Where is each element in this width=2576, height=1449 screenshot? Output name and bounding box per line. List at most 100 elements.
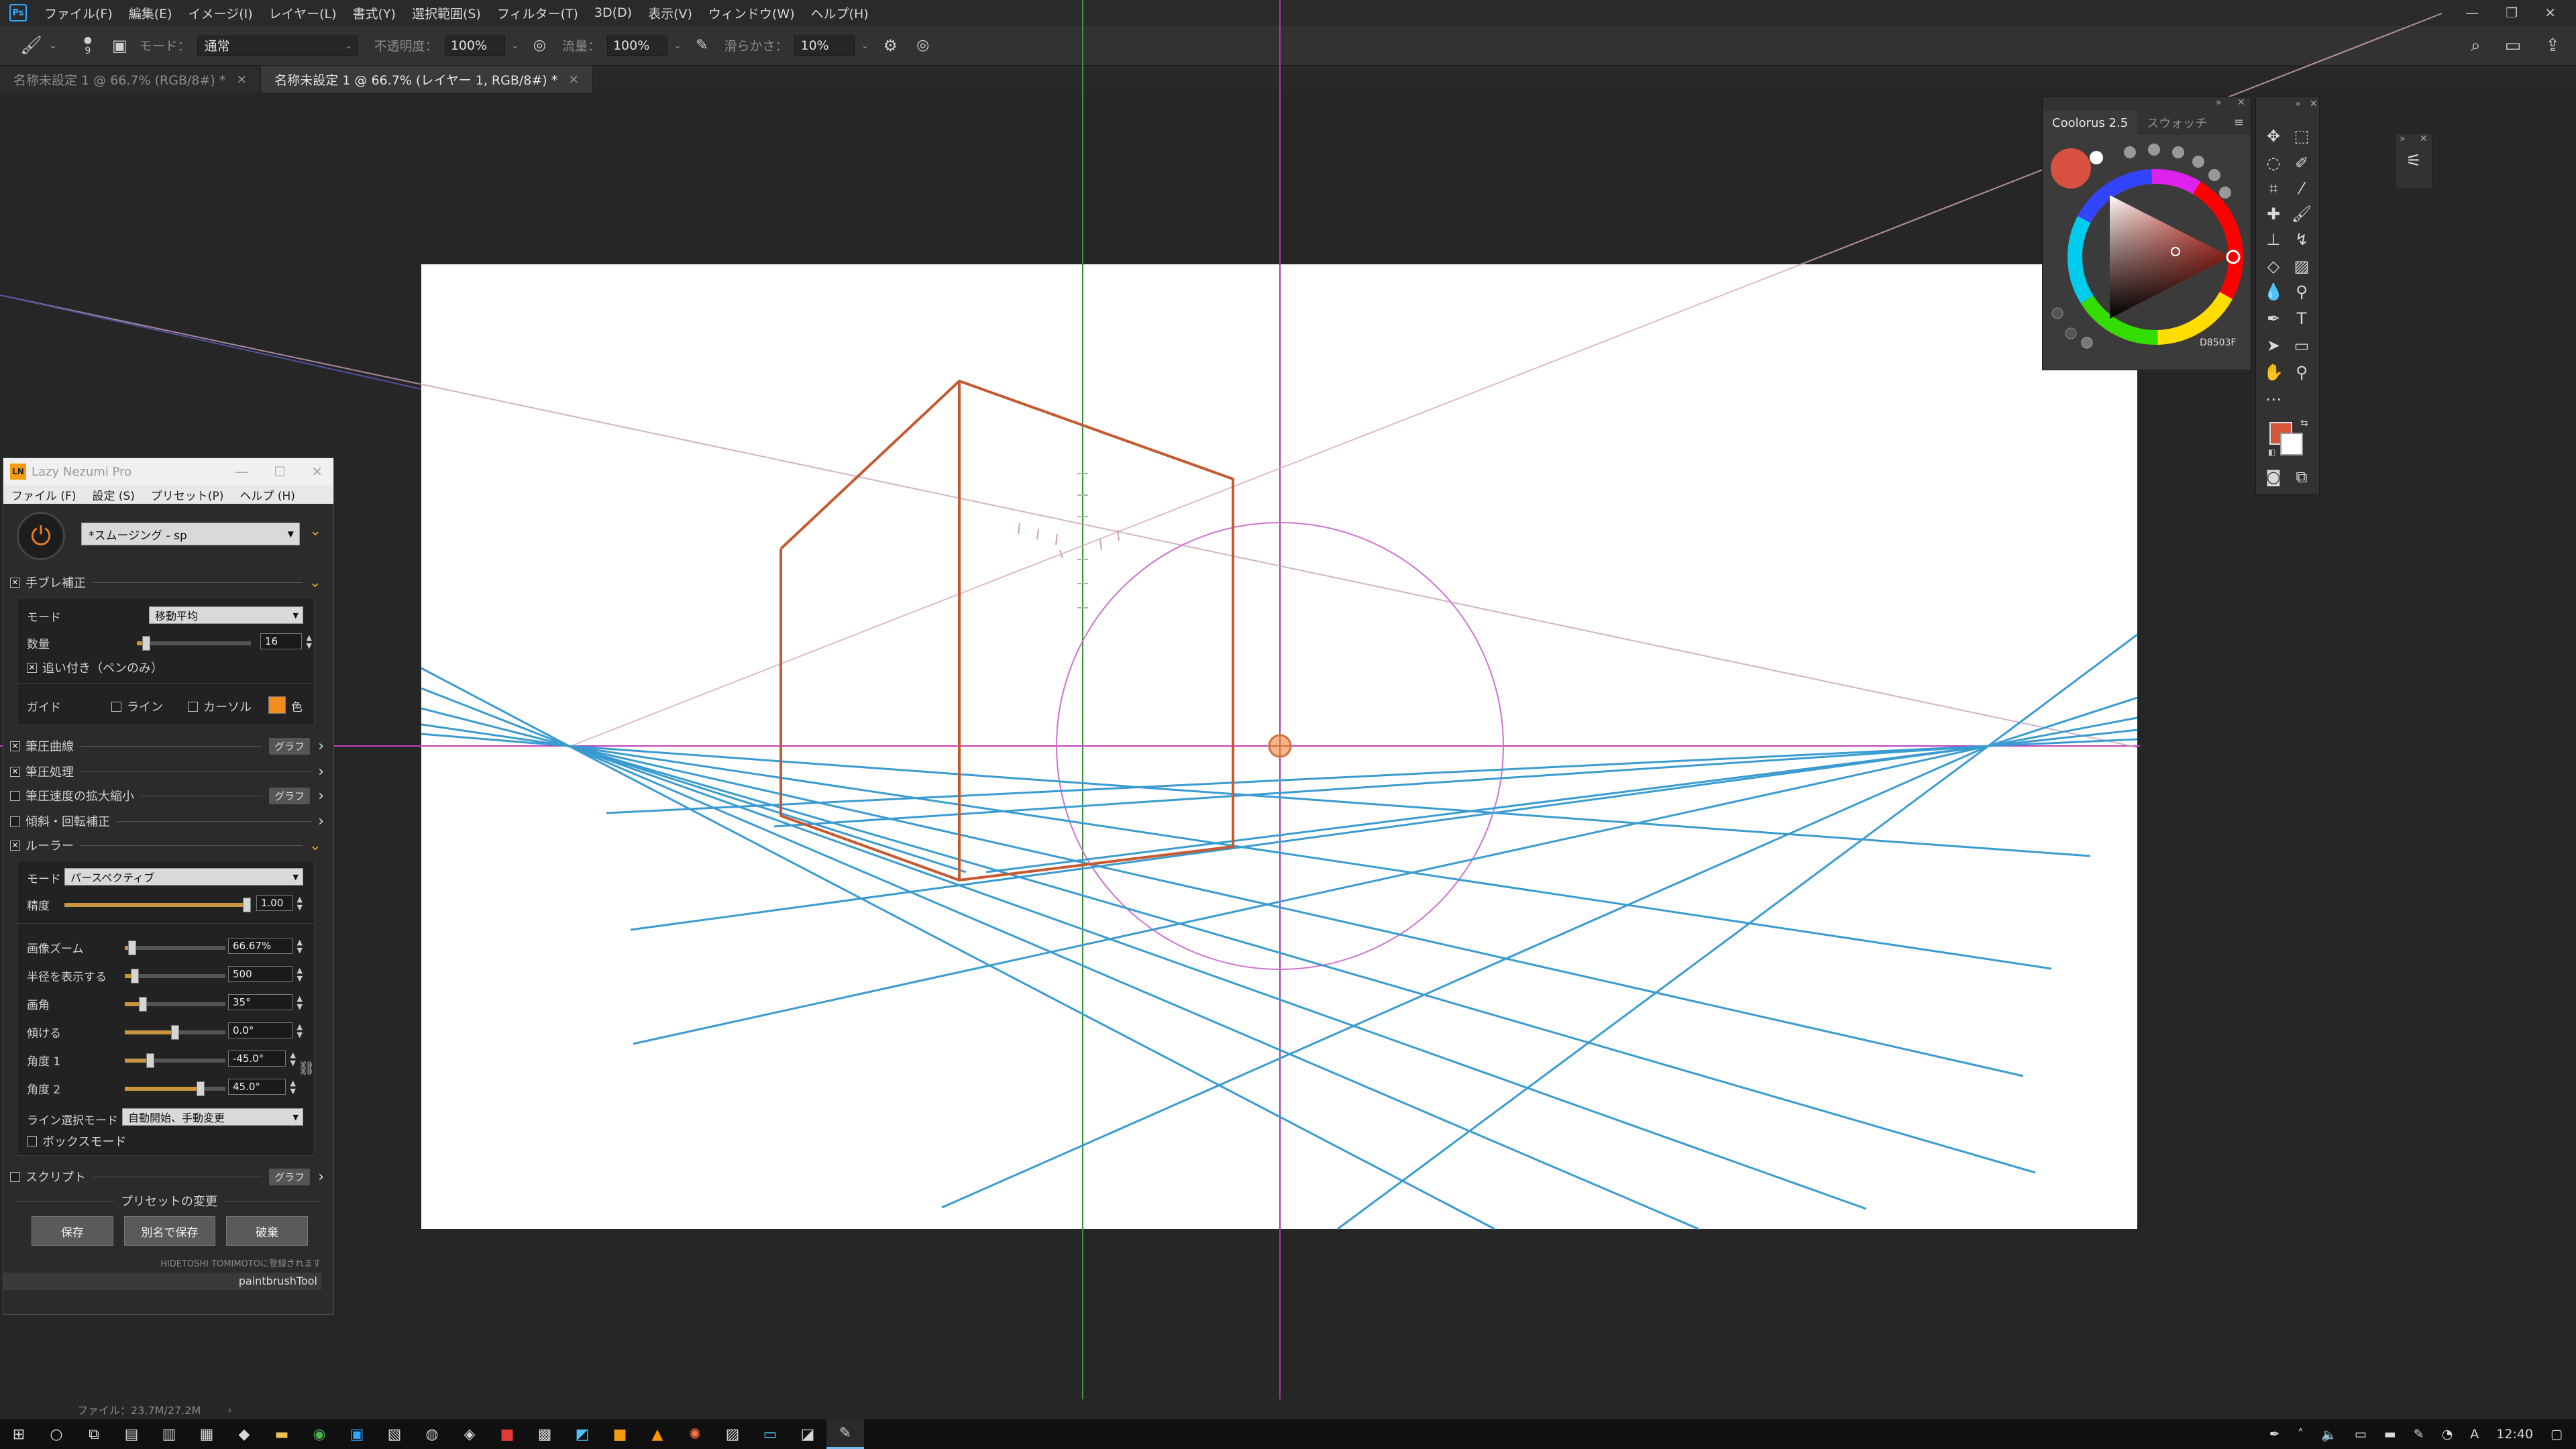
share-icon[interactable]: ⇪ bbox=[2545, 36, 2560, 56]
move-tool-icon[interactable]: ✥ bbox=[2260, 124, 2287, 148]
file-explorer-icon[interactable]: ▬ bbox=[263, 1419, 301, 1449]
tab-document-2[interactable]: 名称未設定 1 @ 66.7% (レイヤー 1, RGB/8#) * × bbox=[261, 66, 594, 93]
graph-button[interactable]: グラフ bbox=[269, 787, 311, 804]
slider-knob[interactable] bbox=[131, 969, 139, 983]
amount-slider[interactable] bbox=[137, 636, 251, 651]
app-icon-6[interactable]: ◍ bbox=[413, 1419, 451, 1449]
gradient-tool-icon[interactable]: ▨ bbox=[2288, 254, 2315, 278]
tab-coolorus[interactable]: Coolorus 2.5 bbox=[2043, 111, 2138, 135]
background-color-swatch[interactable] bbox=[2280, 433, 2303, 455]
battery-icon[interactable]: ▬ bbox=[2384, 1427, 2396, 1442]
cursor-checkbox[interactable] bbox=[188, 701, 198, 712]
brush-tip-4[interactable] bbox=[2192, 156, 2204, 168]
eraser-tool-icon[interactable]: ◇ bbox=[2260, 254, 2287, 278]
app-icon-10[interactable]: ◩ bbox=[564, 1419, 601, 1449]
smoothing-settings-gear-icon[interactable]: ⚙ bbox=[883, 36, 898, 55]
ln-titlebar[interactable]: LN Lazy Nezumi Pro — ☐ ✕ bbox=[3, 458, 333, 485]
radius-field[interactable]: 500 ▲ ▼ bbox=[228, 966, 303, 983]
zoom-tool-icon[interactable]: ⚲ bbox=[2288, 360, 2315, 384]
swap-colors-icon[interactable]: ⇆ bbox=[2300, 418, 2308, 429]
chevron-right-icon[interactable]: › bbox=[318, 813, 324, 830]
brush-preset-icon[interactable]: ● bbox=[84, 35, 92, 46]
app-icon-15[interactable]: ◪ bbox=[789, 1419, 826, 1449]
ln-menu-file[interactable]: ファイル (F) bbox=[3, 486, 84, 503]
tilt-checkbox[interactable] bbox=[10, 816, 20, 826]
restore-icon[interactable]: ❐ bbox=[2506, 5, 2518, 21]
tab-document-1[interactable]: 名称未設定 1 @ 66.7% (RGB/8#) * × bbox=[0, 66, 262, 93]
angle1-slider[interactable] bbox=[125, 1053, 225, 1068]
menu-image[interactable]: イメージ(I) bbox=[180, 4, 261, 22]
tilt-slider[interactable] bbox=[125, 1025, 225, 1040]
graph-button[interactable]: グラフ bbox=[269, 737, 311, 755]
chevron-up-icon[interactable]: ˄ bbox=[2298, 1427, 2304, 1442]
network-icon[interactable]: ▭ bbox=[2355, 1427, 2367, 1442]
fov-slider[interactable] bbox=[125, 997, 225, 1012]
search-icon[interactable]: ○ bbox=[38, 1419, 75, 1449]
brush-tip-5[interactable] bbox=[2208, 169, 2220, 181]
more-tools-icon[interactable]: ⋯ bbox=[2260, 387, 2287, 411]
close-icon[interactable]: ✕ bbox=[2544, 5, 2556, 21]
windows-start-icon[interactable]: ⊞ bbox=[0, 1419, 38, 1449]
opacity-field[interactable]: 100% bbox=[444, 35, 505, 56]
clock[interactable]: 12:40 bbox=[2496, 1427, 2533, 1442]
app-icon-5[interactable]: ▧ bbox=[376, 1419, 413, 1449]
line-select-dropdown[interactable]: 自動開始、手動変更 ▼ bbox=[122, 1108, 303, 1126]
chevron-down-icon[interactable]: ⌄ bbox=[309, 837, 321, 854]
chevron-right-icon[interactable]: › bbox=[227, 1403, 231, 1416]
slider-knob[interactable] bbox=[146, 1053, 154, 1068]
chrome-icon[interactable]: ◉ bbox=[301, 1419, 338, 1449]
fov-field[interactable]: 35° ▲ ▼ bbox=[228, 994, 303, 1011]
app-icon-4[interactable]: ◆ bbox=[225, 1419, 263, 1449]
amount-field[interactable]: 16 ▲ ▼ bbox=[260, 633, 312, 650]
smoothing-field[interactable]: 10% bbox=[794, 35, 855, 56]
collapse-icon[interactable]: » bbox=[2216, 97, 2222, 108]
angle1-field[interactable]: -45.0° ▲ ▼ bbox=[228, 1051, 296, 1067]
path-select-tool-icon[interactable]: ➤ bbox=[2260, 333, 2287, 358]
wifi-icon[interactable]: ◔ bbox=[2442, 1427, 2453, 1442]
pressure-size-icon[interactable]: ◎ bbox=[916, 37, 929, 54]
mode-dropdown[interactable]: 通常 ⌄ bbox=[197, 35, 358, 56]
power-icon[interactable]: ⏻ bbox=[17, 512, 65, 560]
chevron-down-icon[interactable]: ⌄ bbox=[309, 574, 321, 591]
save-as-button[interactable]: 別名で保存 bbox=[124, 1216, 215, 1246]
document-canvas[interactable] bbox=[421, 264, 2137, 1229]
chevron-down-icon[interactable]: ⌄ bbox=[309, 523, 321, 539]
app-icon-9[interactable]: ▩ bbox=[526, 1419, 564, 1449]
angle2-field[interactable]: 45.0° ▲ ▼ bbox=[228, 1079, 296, 1095]
search-icon[interactable]: ⌕ bbox=[2471, 36, 2481, 56]
ln-menu-help[interactable]: ヘルプ (H) bbox=[231, 486, 303, 503]
blur-tool-icon[interactable]: 💧 bbox=[2260, 280, 2287, 304]
brush-tip-3[interactable] bbox=[2172, 146, 2184, 158]
eyedropper-tool-icon[interactable]: ⁄ bbox=[2288, 176, 2315, 201]
app-icon-7[interactable]: ◈ bbox=[451, 1419, 488, 1449]
close-icon[interactable]: ✕ bbox=[2237, 97, 2245, 108]
ruler-mode-dropdown[interactable]: パースペクティブ ▼ bbox=[64, 868, 303, 885]
pen-tool-icon[interactable]: ✒ bbox=[2260, 307, 2287, 331]
shape-tool-icon[interactable]: ▭ bbox=[2288, 333, 2315, 358]
chevron-right-icon[interactable]: › bbox=[318, 788, 324, 804]
pen-icon[interactable]: ✒ bbox=[2269, 1427, 2280, 1442]
guide-color-swatch[interactable] bbox=[268, 696, 286, 714]
history-brush-tool-icon[interactable]: ↯ bbox=[2288, 227, 2315, 252]
radius-slider[interactable] bbox=[125, 969, 225, 983]
panel-menu-icon[interactable]: ≡ bbox=[2234, 115, 2244, 129]
menu-file[interactable]: ファイル(F) bbox=[36, 4, 121, 22]
notifications-icon[interactable]: ▢ bbox=[2551, 1427, 2563, 1442]
menu-3d[interactable]: 3D(D) bbox=[586, 5, 640, 20]
photoshop-logo-icon[interactable]: Ps bbox=[9, 4, 27, 21]
ruler-checkbox[interactable]: ✕ bbox=[10, 840, 20, 851]
menu-layer[interactable]: レイヤー(L) bbox=[261, 4, 345, 22]
crop-tool-icon[interactable]: ⌗ bbox=[2260, 176, 2287, 201]
graph-button[interactable]: グラフ bbox=[269, 1168, 311, 1185]
airbrush-icon[interactable]: ✎ bbox=[696, 37, 708, 54]
healing-brush-tool-icon[interactable]: ✚ bbox=[2260, 202, 2287, 226]
menu-view[interactable]: 表示(V) bbox=[640, 4, 700, 22]
brush-tool-icon[interactable]: 🖌 bbox=[2288, 202, 2315, 226]
menu-help[interactable]: ヘルプ(H) bbox=[803, 4, 877, 22]
pressure-scale-checkbox[interactable] bbox=[10, 790, 20, 801]
workspace-icon[interactable]: ▭ bbox=[2505, 36, 2522, 56]
minimize-icon[interactable]: — bbox=[2465, 5, 2479, 21]
lazy-nezumi-taskbar-icon[interactable]: ■ bbox=[601, 1419, 639, 1449]
hand-tool-icon[interactable]: ✋ bbox=[2260, 360, 2287, 384]
preset-dropdown[interactable]: *スムージング - sp ▼ bbox=[81, 523, 300, 545]
